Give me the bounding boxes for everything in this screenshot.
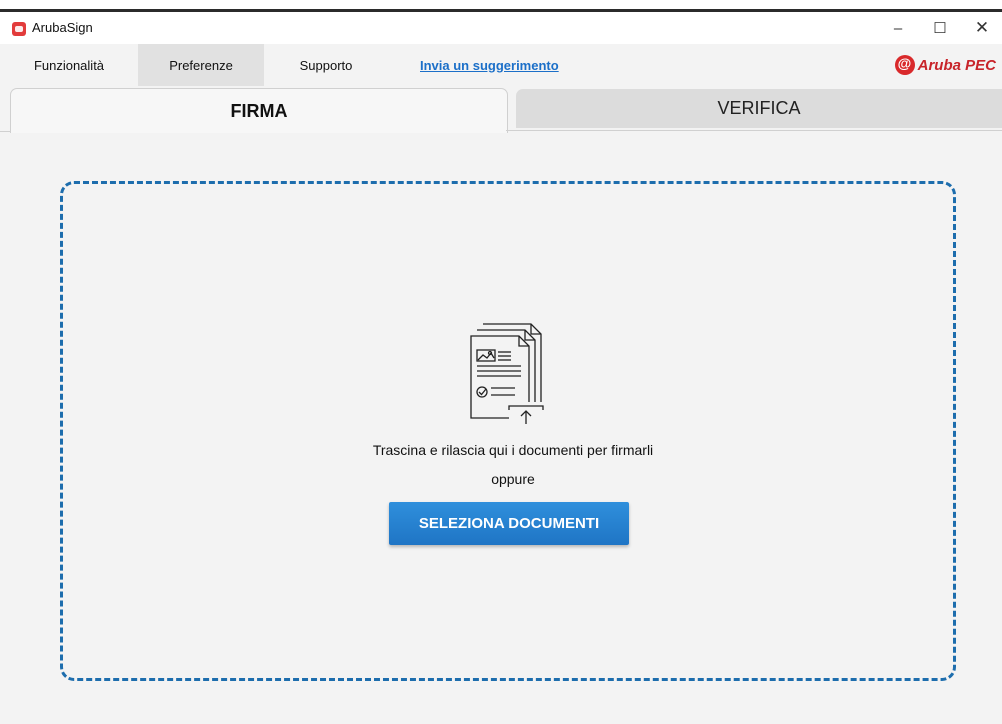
maximize-button[interactable]: ☐ [920, 14, 960, 42]
aruba-pec-logo: Aruba PEC [894, 52, 996, 78]
menu-preferenze[interactable]: Preferenze [138, 44, 264, 86]
tab-firma[interactable]: FIRMA [10, 88, 508, 133]
window-title: ArubaSign [32, 20, 93, 35]
drop-instruction: Trascina e rilascia qui i documenti per … [372, 442, 654, 458]
tab-verifica[interactable]: VERIFICA [516, 89, 1002, 128]
drop-or-label: oppure [491, 471, 535, 487]
brand-text: Aruba PEC [917, 56, 996, 74]
tab-divider [506, 130, 1002, 131]
tab-bar: FIRMA VERIFICA [0, 88, 1002, 133]
close-button[interactable]: ✕ [962, 14, 1002, 42]
suggestion-link[interactable]: Invia un suggerimento [420, 44, 590, 86]
select-documents-button[interactable]: SELEZIONA DOCUMENTI [389, 502, 629, 545]
aruba-at-logo-icon [894, 55, 915, 75]
menu-supporto[interactable]: Supporto [266, 44, 386, 86]
document-upload-icon [470, 323, 547, 428]
app-icon [12, 22, 26, 36]
menu-funzionalita[interactable]: Funzionalità [10, 44, 128, 86]
drop-zone[interactable] [60, 181, 956, 681]
minimize-button[interactable]: – [878, 14, 918, 42]
title-bar [0, 12, 1002, 44]
tab-divider [0, 131, 11, 132]
